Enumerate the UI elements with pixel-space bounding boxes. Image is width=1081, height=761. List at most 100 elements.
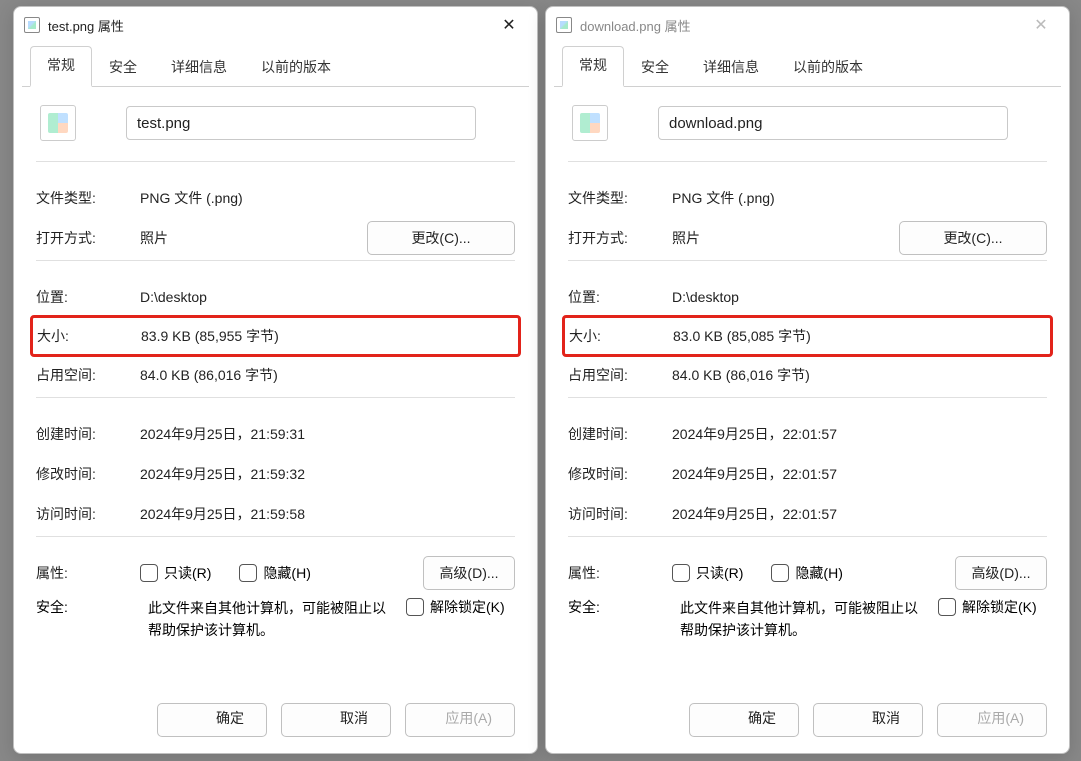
attributes-label: 属性: (36, 563, 140, 583)
tab-previous-versions[interactable]: 以前的版本 (776, 48, 880, 87)
filename-input[interactable] (658, 106, 1008, 140)
modified-value: 2024年9月25日，21:59:32 (140, 464, 515, 484)
ok-button[interactable]: 确定 (689, 703, 799, 737)
sizeondisk-value: 84.0 KB (86,016 字节) (672, 365, 1047, 385)
checkbox-icon (239, 564, 257, 582)
modified-value: 2024年9月25日，22:01:57 (672, 464, 1047, 484)
created-value: 2024年9月25日，21:59:31 (140, 424, 515, 444)
file-icon (24, 17, 40, 33)
sizeondisk-label: 占用空间: (36, 365, 140, 385)
filetype-value: PNG 文件 (.png) (140, 188, 515, 208)
location-label: 位置: (36, 287, 140, 307)
close-icon: ✕ (1034, 15, 1047, 35)
file-type-icon (40, 105, 76, 141)
sizeondisk-label: 占用空间: (568, 365, 672, 385)
security-label: 安全: (36, 597, 140, 617)
readonly-checkbox[interactable]: 只读(R) (672, 563, 743, 583)
checkbox-icon (406, 598, 424, 616)
tab-details[interactable]: 详细信息 (154, 48, 244, 87)
openwith-label: 打开方式: (36, 228, 140, 248)
divider (36, 397, 515, 398)
unblock-label: 解除锁定(K) (962, 597, 1037, 617)
tab-content: 文件类型:PNG 文件 (.png) 打开方式: 照片 更改(C)... 位置:… (14, 87, 537, 691)
window-title: download.png 属性 (580, 16, 1019, 35)
close-icon: ✕ (502, 15, 515, 35)
created-label: 创建时间: (36, 424, 140, 444)
dialog-footer: 确定 取消 应用(A) (14, 691, 537, 753)
location-value: D:\desktop (140, 289, 515, 305)
size-label: 大小: (37, 326, 141, 346)
apply-button[interactable]: 应用(A) (937, 703, 1047, 737)
accessed-value: 2024年9月25日，21:59:58 (140, 504, 515, 524)
advanced-button[interactable]: 高级(D)... (423, 556, 515, 590)
attributes-label: 属性: (568, 563, 672, 583)
accessed-value: 2024年9月25日，22:01:57 (672, 504, 1047, 524)
unblock-checkbox[interactable]: 解除锁定(K) (938, 597, 1037, 617)
tab-bar: 常规 安全 详细信息 以前的版本 (554, 43, 1061, 87)
cancel-button[interactable]: 取消 (281, 703, 391, 737)
divider (568, 536, 1047, 537)
checkbox-icon (771, 564, 789, 582)
titlebar[interactable]: test.png 属性 ✕ (14, 7, 537, 43)
size-highlight: 大小:83.0 KB (85,085 字节) (562, 315, 1053, 357)
change-openwith-button[interactable]: 更改(C)... (367, 221, 515, 255)
titlebar[interactable]: download.png 属性 ✕ (546, 7, 1069, 43)
divider (568, 397, 1047, 398)
tab-security[interactable]: 安全 (624, 48, 686, 87)
hidden-checkbox[interactable]: 隐藏(H) (239, 563, 310, 583)
properties-dialog-download: download.png 属性 ✕ 常规 安全 详细信息 以前的版本 文件类型:… (545, 6, 1070, 754)
close-button[interactable]: ✕ (487, 10, 531, 40)
modified-label: 修改时间: (36, 464, 140, 484)
openwith-label: 打开方式: (568, 228, 672, 248)
tab-content: 文件类型:PNG 文件 (.png) 打开方式: 照片 更改(C)... 位置:… (546, 87, 1069, 691)
change-openwith-button[interactable]: 更改(C)... (899, 221, 1047, 255)
sizeondisk-value: 84.0 KB (86,016 字节) (140, 365, 515, 385)
divider (568, 260, 1047, 261)
tab-general[interactable]: 常规 (30, 46, 92, 87)
readonly-label: 只读(R) (164, 563, 211, 583)
openwith-value: 照片 (140, 228, 367, 248)
filename-input[interactable] (126, 106, 476, 140)
security-text: 此文件来自其他计算机，可能被阻止以帮助保护该计算机。 (680, 597, 930, 642)
openwith-value: 照片 (672, 228, 899, 248)
hidden-checkbox[interactable]: 隐藏(H) (771, 563, 842, 583)
size-value: 83.0 KB (85,085 字节) (673, 326, 1046, 346)
checkbox-icon (140, 564, 158, 582)
created-label: 创建时间: (568, 424, 672, 444)
ok-button[interactable]: 确定 (157, 703, 267, 737)
readonly-label: 只读(R) (696, 563, 743, 583)
tab-security[interactable]: 安全 (92, 48, 154, 87)
tab-general[interactable]: 常规 (562, 46, 624, 87)
tab-bar: 常规 安全 详细信息 以前的版本 (22, 43, 529, 87)
hidden-label: 隐藏(H) (795, 563, 842, 583)
unblock-checkbox[interactable]: 解除锁定(K) (406, 597, 505, 617)
modified-label: 修改时间: (568, 464, 672, 484)
security-label: 安全: (568, 597, 672, 617)
checkbox-icon (938, 598, 956, 616)
dialog-footer: 确定 取消 应用(A) (546, 691, 1069, 753)
created-value: 2024年9月25日，22:01:57 (672, 424, 1047, 444)
checkbox-icon (672, 564, 690, 582)
tab-details[interactable]: 详细信息 (686, 48, 776, 87)
filetype-label: 文件类型: (568, 188, 672, 208)
divider (36, 536, 515, 537)
file-type-icon (572, 105, 608, 141)
security-text: 此文件来自其他计算机，可能被阻止以帮助保护该计算机。 (148, 597, 398, 642)
tab-previous-versions[interactable]: 以前的版本 (244, 48, 348, 87)
divider (568, 161, 1047, 162)
location-label: 位置: (568, 287, 672, 307)
readonly-checkbox[interactable]: 只读(R) (140, 563, 211, 583)
size-value: 83.9 KB (85,955 字节) (141, 326, 514, 346)
close-button[interactable]: ✕ (1019, 10, 1063, 40)
advanced-button[interactable]: 高级(D)... (955, 556, 1047, 590)
unblock-label: 解除锁定(K) (430, 597, 505, 617)
accessed-label: 访问时间: (36, 504, 140, 524)
divider (36, 161, 515, 162)
properties-dialog-test: test.png 属性 ✕ 常规 安全 详细信息 以前的版本 文件类型:PNG … (13, 6, 538, 754)
accessed-label: 访问时间: (568, 504, 672, 524)
cancel-button[interactable]: 取消 (813, 703, 923, 737)
size-highlight: 大小:83.9 KB (85,955 字节) (30, 315, 521, 357)
hidden-label: 隐藏(H) (263, 563, 310, 583)
filetype-label: 文件类型: (36, 188, 140, 208)
apply-button[interactable]: 应用(A) (405, 703, 515, 737)
